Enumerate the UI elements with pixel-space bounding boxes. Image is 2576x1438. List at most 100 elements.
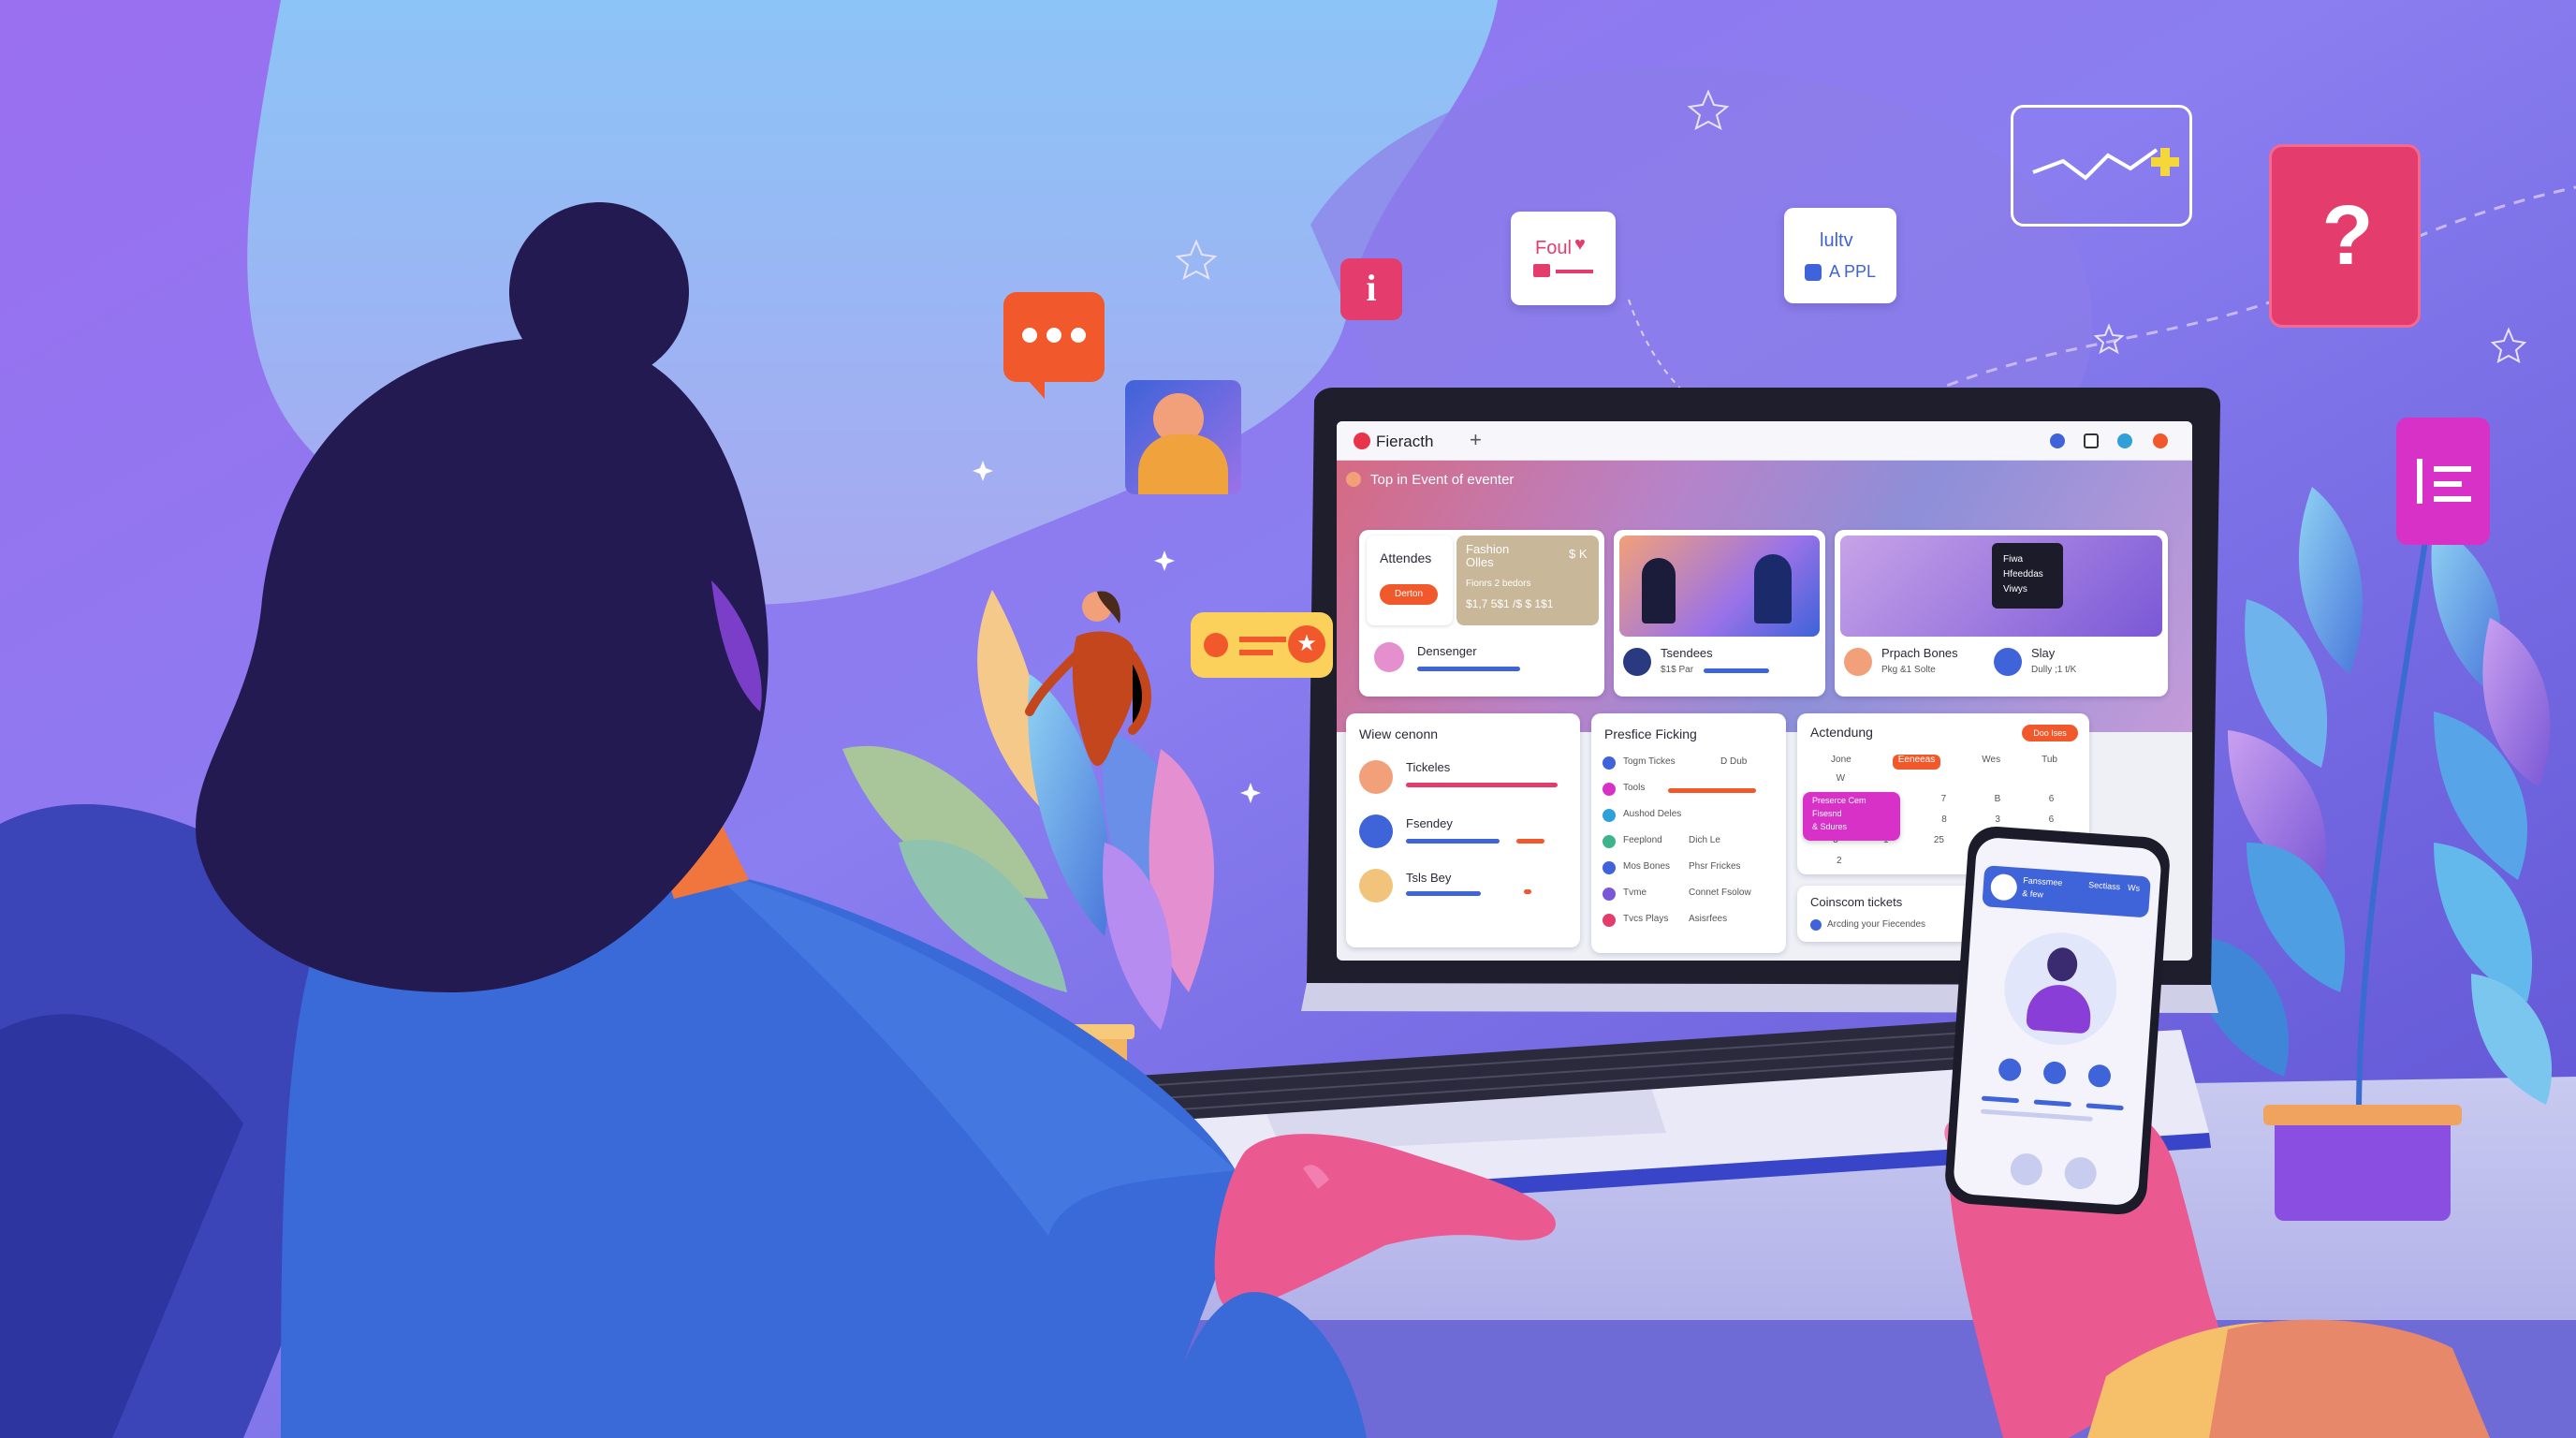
list-icon [1603, 861, 1616, 874]
notification-icon[interactable] [2153, 433, 2168, 448]
phone-controls [1998, 1057, 2112, 1090]
list-item[interactable]: Mos Bones Phsr Frickes [1603, 858, 1777, 884]
phone-nav-button-1[interactable] [2009, 1152, 2043, 1187]
list-item[interactable]: Aushod Deles [1603, 805, 1777, 831]
promo-corner: $ K [1569, 547, 1588, 561]
list-item-bar [1668, 788, 1756, 793]
derton-button[interactable]: Derton [1380, 584, 1438, 605]
list-item-label: Mos Bones [1623, 861, 1671, 872]
badge-line-1: Fiwa [2003, 554, 2024, 565]
featured-badge: Fiwa Hfeeddas Viwys [1992, 543, 2063, 609]
calendar-cell[interactable]: B [1995, 794, 2001, 814]
profile-icon[interactable] [2050, 433, 2065, 448]
phone-bar-1 [1981, 1095, 2020, 1104]
stop-icon[interactable] [2087, 1064, 2112, 1089]
row-label-2: Fsendey [1406, 816, 1453, 830]
attending-badge[interactable]: Doo Ises [2022, 725, 2078, 741]
floating-speech-card-2: lultv A PPL [1784, 208, 1896, 303]
view-card-title: Wiew cenonn [1359, 726, 1439, 741]
floating-rating-card: ★ [1191, 612, 1333, 678]
list-item[interactable]: Tvcs Plays Asisrfees [1603, 910, 1777, 936]
slay-avatar [1994, 648, 2022, 676]
row-label-3: Tsls Bey [1406, 871, 1452, 885]
list-item-value: Phsr Frickes [1689, 861, 1741, 872]
tsendees-bar [1704, 668, 1769, 673]
presfice-title: Presfice Ficking [1604, 726, 1697, 741]
list-item[interactable]: Tools [1603, 779, 1777, 805]
list-item[interactable]: Togm Tickes D Dub [1603, 753, 1777, 779]
pause-icon[interactable] [1998, 1057, 2023, 1082]
row-label-1: Tickeles [1406, 760, 1451, 774]
popup-line-1: Preserce Cem [1812, 796, 1866, 805]
list-icon [1603, 888, 1616, 901]
attending-title: Actendung [1810, 725, 1873, 740]
list-icon [1603, 835, 1616, 848]
prpach-avatar [1844, 648, 1872, 676]
new-tab-button[interactable]: + [1470, 428, 1482, 452]
phone-screen: Fanssmee & few Sectiass Ws [1952, 836, 2163, 1207]
phone-bar-4 [1980, 1108, 2093, 1122]
tickets-title: Coinscom tickets [1810, 895, 1903, 909]
row-avatar-1 [1359, 760, 1393, 794]
phone-bar-3 [2086, 1103, 2124, 1111]
tsendees-sub: $1$ Par [1661, 665, 1694, 675]
event-image-card[interactable]: Tsendees $1$ Par [1614, 530, 1825, 697]
bubble-2-title: lultv [1820, 230, 1853, 251]
floating-sort-card [2396, 418, 2490, 545]
phone-header-line-1: Fanssmee [2023, 875, 2063, 888]
densenger-bar [1417, 667, 1520, 671]
attendees-inner: Attendes Derton [1367, 536, 1453, 625]
browser-tab-title[interactable]: Fieracth [1376, 433, 1433, 451]
share-icon[interactable] [2117, 433, 2132, 448]
calendar-cell[interactable]: 7 [1941, 794, 1947, 814]
slay-label: Slay [2031, 646, 2056, 660]
question-mark-icon: ? [2321, 189, 2374, 283]
mail-icon [1533, 264, 1550, 277]
view-card[interactable]: Wiew cenonn Tickeles Fsendey Tsls Bey [1346, 713, 1580, 947]
badge-line-3: Viwys [2003, 584, 2027, 594]
row-bar-3 [1406, 891, 1481, 896]
phone-bar-2 [2033, 1099, 2071, 1108]
densenger-label: Densenger [1417, 644, 1477, 658]
row-bar-2 [1406, 839, 1500, 844]
phone-header-line-2: & few [2022, 888, 2044, 900]
row-bar-1 [1406, 783, 1558, 787]
calendar-header: Jone Eeneeas Wes Tub [1810, 755, 2078, 770]
smartphone: Fanssmee & few Sectiass Ws [1943, 824, 2172, 1217]
promo-title: Fashion Olles [1466, 542, 1510, 569]
floating-profile-card [1125, 380, 1241, 494]
attendees-label: Attendes [1380, 550, 1432, 565]
prpach-label: Prpach Bones [1881, 646, 1958, 660]
phone-header[interactable]: Fanssmee & few Sectiass Ws [1982, 865, 2151, 918]
floating-chat-bubble-orange [1003, 292, 1105, 399]
camera-icon[interactable] [2042, 1061, 2067, 1085]
window-icon[interactable] [2084, 433, 2099, 448]
ellipsis-icon [1022, 328, 1086, 345]
calendar-cell[interactable]: 6 [2049, 794, 2055, 814]
profile-body-icon [2026, 982, 2093, 1034]
person-icon-1 [1642, 558, 1676, 624]
calendar-col: Jone [1831, 755, 1852, 765]
bubble-2-sub: A PPL [1829, 262, 1877, 281]
featured-card[interactable]: Fiwa Hfeeddas Viwys Prpach Bones Pkg &1 … [1835, 530, 2168, 697]
calendar-cell[interactable]: 8 [1941, 814, 1947, 835]
phone-profile-circle [2000, 929, 2121, 1049]
preserce-popup[interactable]: Preserce Cem Fisesnd & Sdures [1803, 792, 1900, 841]
presfice-card[interactable]: Presfice Ficking Togm Tickes D Dub Tools… [1591, 713, 1786, 953]
calendar-cell[interactable]: W [1837, 773, 1845, 794]
promo-sub: Fionrs 2 bedors [1466, 579, 1531, 589]
tsendees-avatar [1623, 648, 1651, 676]
phone-nav-button-2[interactable] [2063, 1155, 2098, 1191]
list-item-label: Feeplond [1623, 835, 1662, 845]
calendar-col-active[interactable]: Eeneeas [1892, 755, 1941, 770]
tickets-icon [1810, 919, 1822, 931]
calendar-cell[interactable]: 25 [1934, 835, 1944, 856]
sort-icon [2417, 459, 2422, 504]
slay-sub: Dully ;1 t/K [2031, 665, 2077, 675]
attendees-card[interactable]: Attendes Derton Fashion Olles $ K Fionrs… [1359, 530, 1604, 697]
floating-chart-bubble [2011, 105, 2192, 227]
list-item-label: Tools [1623, 783, 1646, 793]
list-item[interactable]: Tvme Connet Fsolow [1603, 884, 1777, 910]
list-item[interactable]: Feeplond Dich Le [1603, 831, 1777, 858]
calendar-cell[interactable]: 2 [1837, 856, 1842, 876]
